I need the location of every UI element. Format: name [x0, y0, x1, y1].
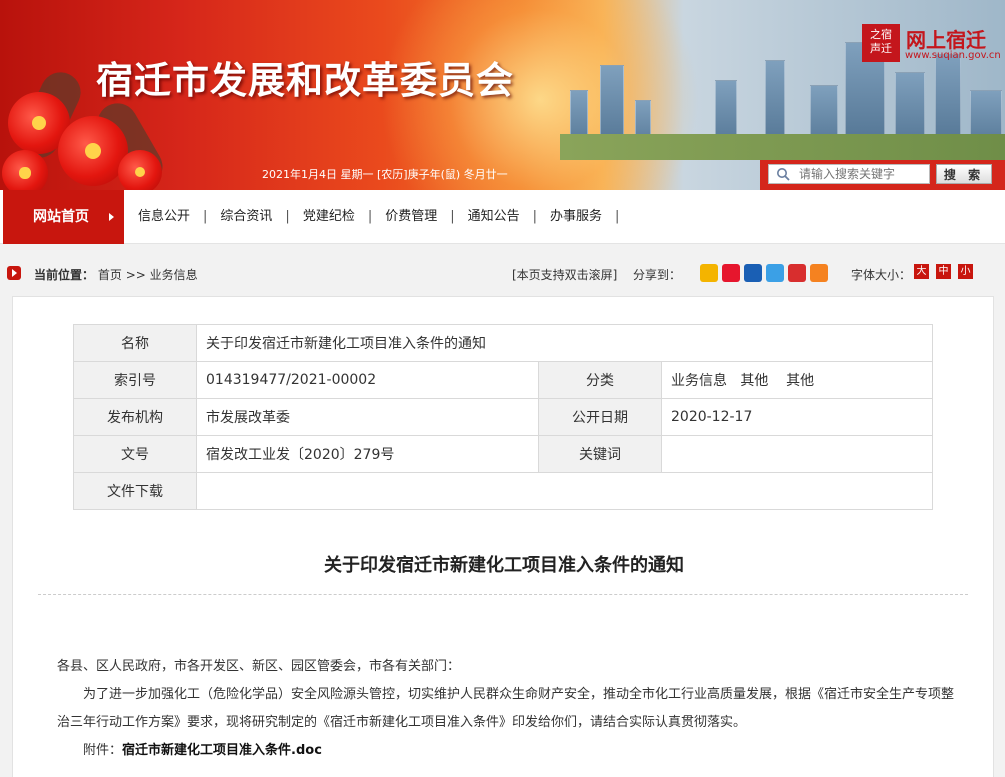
font-large-button[interactable]: 大: [914, 264, 929, 279]
table-row: 文件下载: [73, 472, 933, 510]
meta-value-keywords: [661, 435, 933, 473]
search-icon: [777, 168, 790, 181]
scroll-note: [本页支持双击滚屏]: [512, 268, 618, 282]
search-input[interactable]: [768, 164, 930, 184]
date-line: 2021年1月4日 星期一 [农历]庚子年(鼠) 冬月廿一: [262, 168, 508, 181]
content-panel: 名称 关于印发宿迁市新建化工项目准入条件的通知 索引号 014319477/20…: [12, 296, 994, 777]
nav-home[interactable]: 网站首页: [3, 190, 124, 244]
share-icons: [700, 264, 828, 282]
breadcrumb-home[interactable]: 首页: [98, 268, 122, 282]
nav-item-pricing[interactable]: 价费管理: [385, 190, 437, 244]
ground-strip: [560, 134, 1005, 160]
nav-items: 信息公开 | 综合资讯 | 党建纪检 | 价费管理 | 通知公告 | 办事服务 …: [138, 190, 632, 244]
nav-separator: |: [203, 209, 208, 224]
article-paragraph: 为了进一步加强化工（危险化学品）安全风险源头管控，切实维护人民群众生命财产安全，…: [57, 687, 955, 730]
meta-value-name: 关于印发宿迁市新建化工项目准入条件的通知: [196, 324, 933, 362]
article-title: 关于印发宿迁市新建化工项目准入条件的通知: [324, 555, 684, 576]
attachment-label: 附件：: [83, 743, 123, 758]
font-medium-button[interactable]: 中: [936, 264, 951, 279]
tool-row: 当前位置： 首页 >> 业务信息 [本页支持双击滚屏] 分享到： 字体大小： 大…: [0, 258, 1005, 288]
nav-separator: |: [615, 209, 620, 224]
meta-value-download[interactable]: [196, 472, 933, 510]
kapok-flower-image: [2, 150, 48, 190]
nav-home-label: 网站首页: [33, 209, 89, 225]
font-small-button[interactable]: 小: [958, 264, 973, 279]
breadcrumb: 当前位置： 首页 >> 业务信息: [34, 266, 198, 283]
qzone-icon[interactable]: [700, 264, 718, 282]
meta-label-index: 索引号: [73, 361, 197, 399]
renren-icon[interactable]: [744, 264, 762, 282]
suqian-logo-text[interactable]: 网上宿迁: [906, 24, 986, 53]
caret-right-icon: [109, 213, 114, 221]
document-meta-table: 名称 关于印发宿迁市新建化工项目准入条件的通知 索引号 014319477/20…: [73, 324, 933, 510]
meta-label-docno: 文号: [73, 435, 197, 473]
article-attachment: 附件：宿迁市新建化工项目准入条件.doc: [57, 737, 957, 765]
suqian-logo[interactable]: 之宿 声迁: [862, 24, 900, 62]
meta-label-issuer: 发布机构: [73, 398, 197, 436]
font-size-label: 字体大小：: [851, 268, 912, 282]
share-label: 分享到：: [633, 268, 682, 282]
kapok-flower-image: [118, 150, 162, 190]
breadcrumb-label: 当前位置：: [34, 268, 95, 282]
table-row: 名称 关于印发宿迁市新建化工项目准入条件的通知: [73, 324, 933, 362]
meta-label-download: 文件下载: [73, 472, 197, 510]
attachment-link[interactable]: 宿迁市新建化工项目准入条件.doc: [122, 743, 322, 758]
nav-separator: |: [285, 209, 290, 224]
nav-item-news[interactable]: 综合资讯: [220, 190, 272, 244]
main-nav: 网站首页 信息公开 | 综合资讯 | 党建纪检 | 价费管理 | 通知公告 | …: [0, 190, 1005, 244]
nav-item-info-disclosure[interactable]: 信息公开: [138, 190, 190, 244]
meta-label-date: 公开日期: [538, 398, 662, 436]
location-icon: [7, 266, 21, 280]
nav-item-services[interactable]: 办事服务: [550, 190, 602, 244]
table-row: 文号 宿发改工业发〔2020〕279号 关键词: [73, 435, 933, 473]
article-body: 各县、区人民政府，市各开发区、新区、园区管委会，市各有关部门： 为了进一步加强化…: [57, 653, 957, 765]
site-title: 宿迁市发展和改革委员会: [96, 58, 514, 102]
nav-separator: |: [367, 209, 373, 224]
nav-separator: |: [532, 209, 538, 224]
more-share-icon[interactable]: [810, 264, 828, 282]
breadcrumb-sep: >>: [125, 268, 146, 282]
meta-value-date: 2020-12-17: [661, 398, 933, 436]
table-row: 索引号 014319477/2021-00002 分类 业务信息 其他 其他: [73, 361, 933, 399]
meta-value-category: 业务信息 其他 其他: [661, 361, 933, 399]
douban-icon[interactable]: [788, 264, 806, 282]
meta-label-keywords: 关键词: [538, 435, 662, 473]
tencent-weibo-icon[interactable]: [766, 264, 784, 282]
breadcrumb-current[interactable]: 业务信息: [150, 268, 198, 282]
article-salutation: 各县、区人民政府，市各开发区、新区、园区管委会，市各有关部门：: [57, 659, 461, 674]
search-button[interactable]: 搜 索: [936, 164, 992, 184]
table-row: 发布机构 市发展改革委 公开日期 2020-12-17: [73, 398, 933, 436]
nav-separator: |: [450, 209, 455, 224]
meta-value-docno: 宿发改工业发〔2020〕279号: [196, 435, 539, 473]
nav-item-notices[interactable]: 通知公告: [468, 190, 520, 244]
weibo-icon[interactable]: [722, 264, 740, 282]
suqian-logo-url[interactable]: www.suqian.gov.cn: [905, 50, 1001, 61]
meta-label-name: 名称: [73, 324, 197, 362]
meta-value-index: 014319477/2021-00002: [196, 361, 539, 399]
meta-value-issuer: 市发展改革委: [196, 398, 539, 436]
meta-label-category: 分类: [538, 361, 662, 399]
font-size-buttons: 大 中 小: [914, 264, 973, 279]
nav-item-party[interactable]: 党建纪检: [303, 190, 355, 244]
title-divider: [38, 594, 968, 595]
